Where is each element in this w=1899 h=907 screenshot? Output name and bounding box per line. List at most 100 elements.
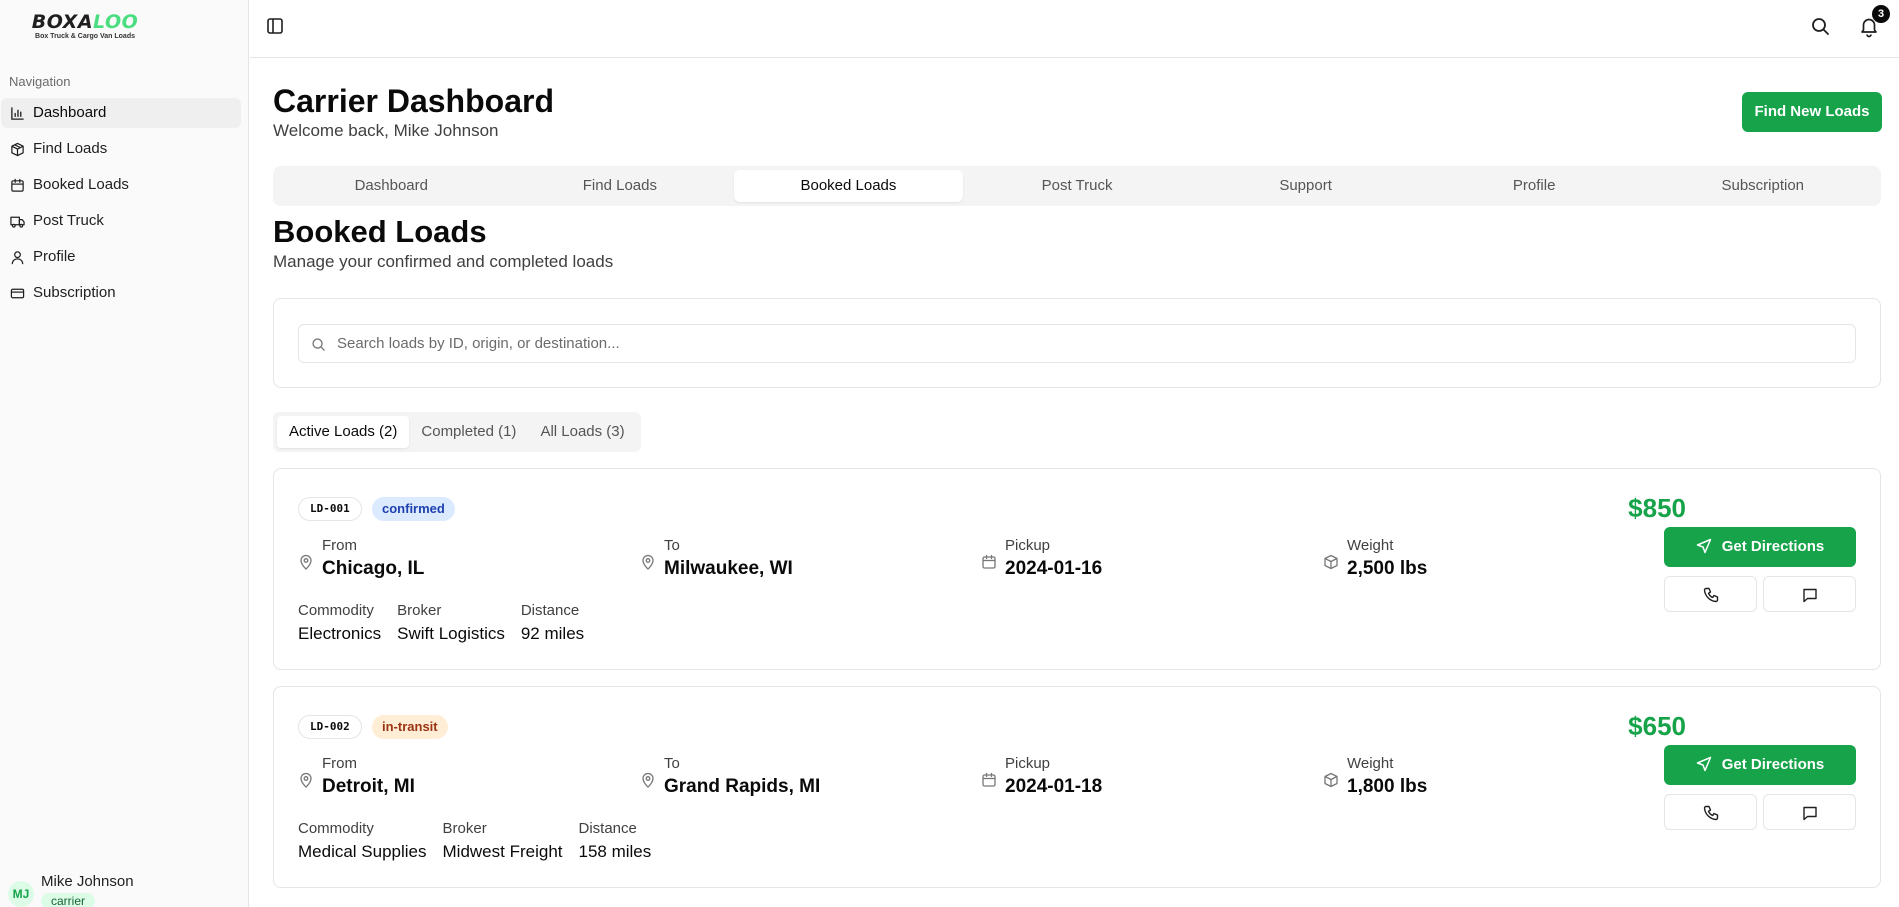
distance-meta: Distance 158 miles — [579, 820, 652, 862]
call-broker-button[interactable] — [1664, 794, 1757, 830]
search-icon[interactable] — [1808, 14, 1832, 38]
search-card — [273, 298, 1881, 388]
sidebar-nav: Dashboard Find Loads Booked Loads Post T… — [0, 98, 249, 314]
sidebar-item-label: Profile — [33, 248, 76, 265]
tab-booked-loads[interactable]: Booked Loads — [734, 170, 963, 202]
message-broker-button[interactable] — [1763, 576, 1856, 612]
load-id-badge: LD-002 — [298, 715, 362, 739]
navigation-icon — [1696, 538, 1711, 553]
sidebar-item-profile[interactable]: Profile — [1, 242, 241, 272]
field-label: To — [664, 537, 680, 554]
load-filter-tabs: Active Loads (2) Completed (1) All Loads… — [273, 412, 641, 452]
sidebar-item-subscription[interactable]: Subscription — [1, 278, 241, 308]
load-price: $850 — [1628, 493, 1686, 523]
search-input[interactable] — [337, 325, 1837, 362]
distance-meta: Distance 92 miles — [521, 602, 584, 644]
tab-post-truck[interactable]: Post Truck — [963, 170, 1192, 202]
section-title: Booked Loads — [273, 214, 487, 249]
user-name: Mike Johnson — [41, 873, 134, 890]
field-label: From — [322, 537, 357, 554]
tab-subscription[interactable]: Subscription — [1648, 170, 1877, 202]
load-price: $650 — [1628, 711, 1686, 741]
button-label: Get Directions — [1721, 538, 1825, 555]
calendar-icon — [982, 772, 996, 787]
truck-icon — [10, 216, 25, 228]
sidebar-item-label: Find Loads — [33, 140, 108, 157]
meta-label: Distance — [520, 602, 580, 619]
load-meta-row: Commodity Electronics Broker Swift Logis… — [298, 602, 584, 644]
section-subtitle: Manage your confirmed and completed load… — [273, 252, 614, 271]
meta-label: Broker — [397, 602, 442, 619]
weight-value: 1,800 lbs — [1347, 776, 1428, 797]
sidebar-item-label: Subscription — [33, 284, 116, 301]
package-icon — [1324, 772, 1338, 788]
pickup-date-value: 2024-01-18 — [1005, 776, 1103, 797]
avatar: MJ — [8, 881, 34, 907]
map-pin-icon — [642, 772, 654, 788]
page-subtitle: Welcome back, Mike Johnson — [273, 121, 499, 140]
tab-profile[interactable]: Profile — [1420, 170, 1649, 202]
tab-find-loads[interactable]: Find Loads — [506, 170, 735, 202]
search-box — [298, 324, 1856, 363]
field-label: Pickup — [1005, 755, 1051, 772]
destination-value: Grand Rapids, MI — [664, 776, 821, 797]
phone-icon — [1703, 587, 1719, 603]
main-tabs: Dashboard Find Loads Booked Loads Post T… — [273, 166, 1881, 206]
commodity-value: Electronics — [298, 624, 382, 643]
tab-dashboard[interactable]: Dashboard — [277, 170, 506, 202]
message-icon — [1803, 588, 1817, 603]
search-icon — [312, 338, 325, 351]
sidebar-item-booked-loads[interactable]: Booked Loads — [1, 170, 241, 200]
load-card: LD-002 in-transit $650 From Detroit, MI … — [273, 686, 1881, 888]
get-directions-button[interactable]: Get Directions — [1664, 527, 1856, 567]
tab-all-loads[interactable]: All Loads (3) — [528, 416, 636, 448]
tab-support[interactable]: Support — [1191, 170, 1420, 202]
load-id-badge: LD-001 — [298, 497, 362, 521]
sidebar-item-label: Dashboard — [33, 104, 107, 121]
broker-meta: Broker Midwest Freight — [443, 820, 563, 862]
page-title: Carrier Dashboard — [273, 83, 554, 119]
field-label: To — [664, 755, 680, 772]
distance-value: 92 miles — [520, 624, 585, 643]
pickup-date-value: 2024-01-16 — [1005, 558, 1103, 579]
message-broker-button[interactable] — [1763, 794, 1856, 830]
sidebar-item-label: Booked Loads — [33, 176, 129, 193]
tab-completed-loads[interactable]: Completed (1) — [409, 416, 528, 448]
logo-tagline: Box Truck & Cargo Van Loads — [35, 33, 135, 40]
calendar-icon — [11, 178, 24, 192]
calendar-icon — [982, 554, 996, 569]
sidebar-item-label: Post Truck — [33, 212, 104, 229]
broker-value: Midwest Freight — [442, 842, 563, 861]
meta-label: Commodity — [298, 820, 374, 837]
sidebar: BOXALOO Box Truck & Cargo Van Loads Navi… — [0, 0, 249, 907]
field-label: Weight — [1347, 755, 1394, 772]
call-broker-button[interactable] — [1664, 576, 1757, 612]
broker-value: Swift Logistics — [397, 624, 505, 643]
field-label: From — [322, 755, 357, 772]
navigation-icon — [1696, 756, 1711, 771]
sidebar-item-post-truck[interactable]: Post Truck — [1, 206, 241, 236]
user-profile-block[interactable]: MJ Mike Johnson carrier — [8, 873, 248, 907]
field-label: Pickup — [1005, 537, 1051, 554]
meta-label: Broker — [442, 820, 487, 837]
brand-logo[interactable]: BOXALOO Box Truck & Cargo Van Loads — [30, 12, 140, 44]
field-label: Weight — [1347, 537, 1394, 554]
sidebar-item-dashboard[interactable]: Dashboard — [1, 98, 241, 128]
package-icon — [1324, 554, 1338, 570]
role-badge: carrier — [41, 893, 96, 907]
broker-meta: Broker Swift Logistics — [397, 602, 505, 644]
find-new-loads-button[interactable]: Find New Loads — [1742, 92, 1882, 132]
status-badge: in-transit — [372, 715, 448, 739]
get-directions-button[interactable]: Get Directions — [1664, 745, 1856, 785]
map-pin-icon — [300, 772, 312, 788]
origin-value: Detroit, MI — [322, 776, 415, 797]
load-meta-row: Commodity Medical Supplies Broker Midwes… — [298, 820, 651, 862]
load-card: LD-001 confirmed $850 From Chicago, IL T… — [273, 468, 1881, 670]
commodity-meta: Commodity Electronics — [298, 602, 381, 644]
sidebar-toggle-icon[interactable] — [263, 14, 287, 38]
tab-active-loads[interactable]: Active Loads (2) — [277, 416, 410, 448]
sidebar-item-find-loads[interactable]: Find Loads — [1, 134, 241, 164]
map-pin-icon — [642, 554, 654, 570]
user-icon — [11, 251, 24, 265]
distance-value: 158 miles — [578, 842, 652, 861]
